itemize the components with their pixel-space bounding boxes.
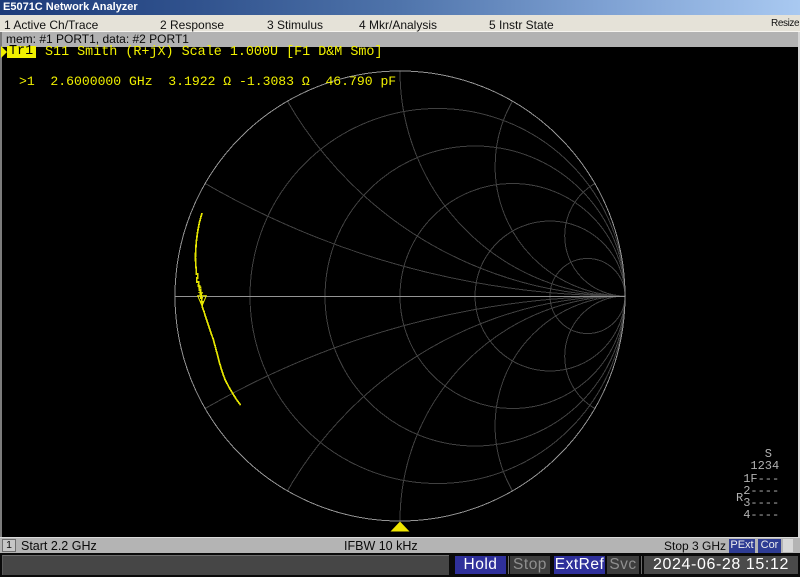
- svg-text:1: 1: [198, 286, 204, 297]
